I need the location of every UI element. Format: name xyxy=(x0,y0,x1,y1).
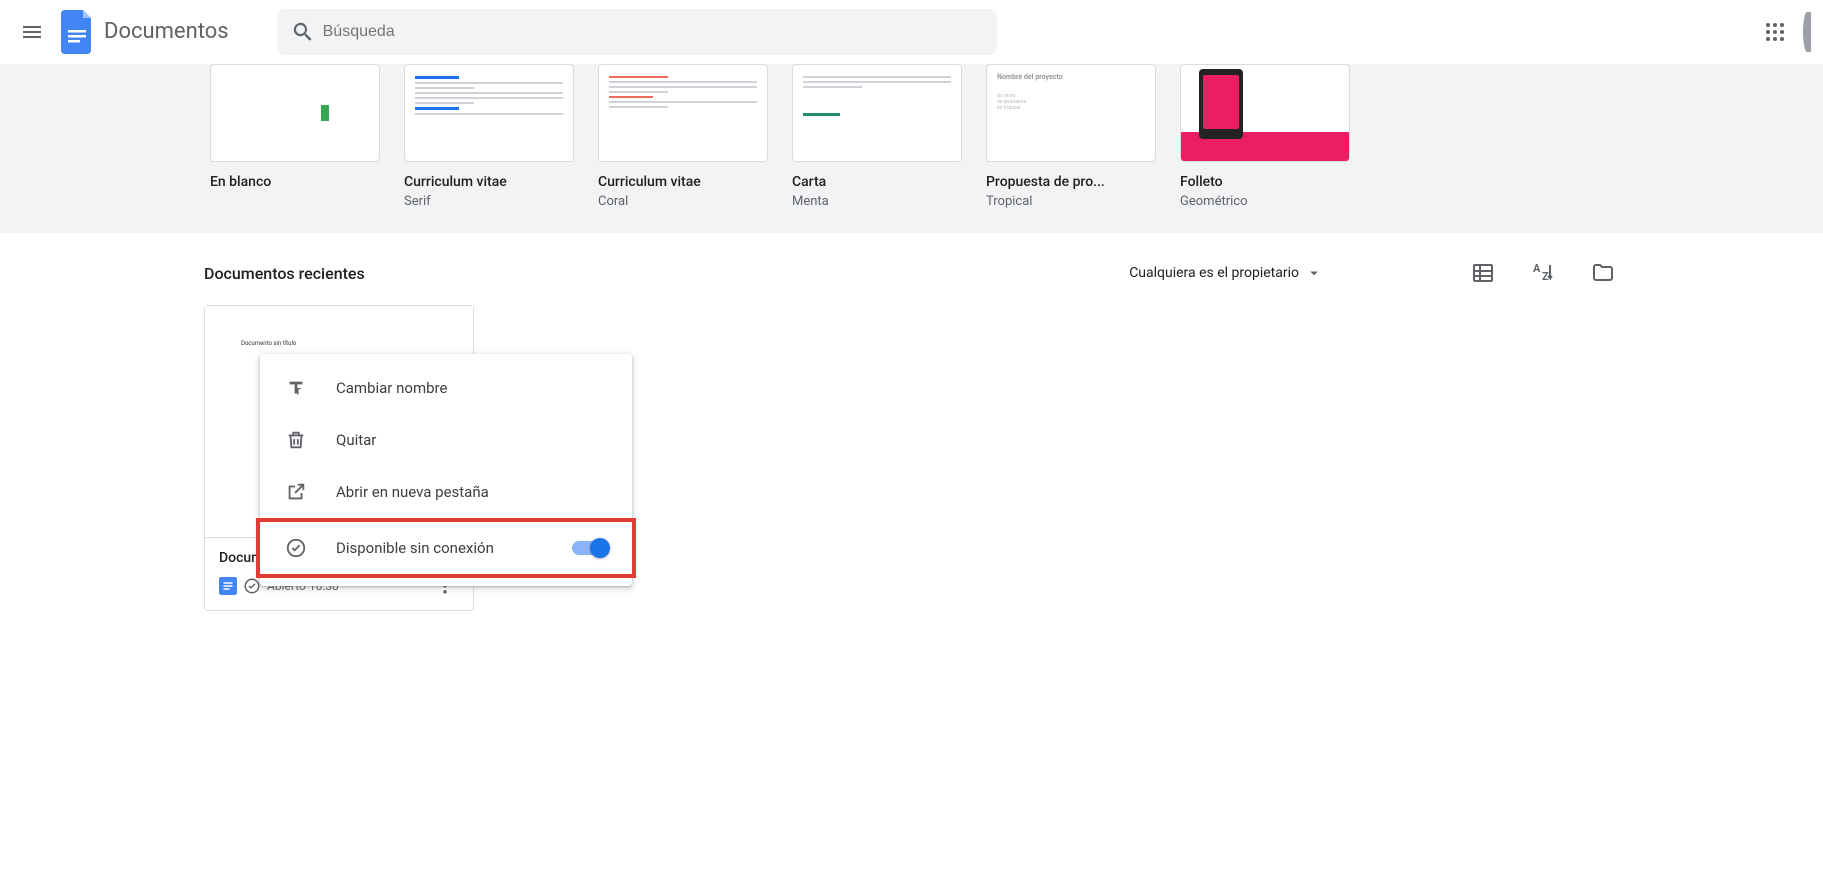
template-cv-coral[interactable]: Curriculum vitae Coral xyxy=(598,64,768,209)
template-blank[interactable]: En blanco xyxy=(210,64,380,209)
list-view-button[interactable] xyxy=(1463,253,1503,293)
template-thumb xyxy=(404,64,574,162)
template-gallery: En blanco Curriculum vitae Serif Curricu… xyxy=(0,64,1823,233)
template-title: Propuesta de pro... xyxy=(986,174,1156,190)
offline-available-icon xyxy=(243,577,261,595)
ctx-remove[interactable]: Quitar xyxy=(260,414,632,466)
google-apps-button[interactable] xyxy=(1755,12,1795,52)
apps-grid-icon xyxy=(1763,20,1787,44)
template-subtitle: Serif xyxy=(404,194,574,209)
app-title: Documentos xyxy=(104,19,229,44)
template-thumb xyxy=(598,64,768,162)
header-right xyxy=(1755,12,1815,52)
thumb-heading: Nombre del proyecto xyxy=(997,73,1145,81)
template-subtitle: Tropical xyxy=(986,194,1156,209)
header: Documentos xyxy=(0,0,1823,64)
document-context-menu: T Cambiar nombre Quitar Abrir en nueva p… xyxy=(260,354,632,586)
template-title: En blanco xyxy=(210,174,380,190)
template-thumb xyxy=(210,64,380,162)
template-title: Carta xyxy=(792,174,962,190)
template-title: Curriculum vitae xyxy=(598,174,768,190)
ctx-open-new-tab[interactable]: Abrir en nueva pestaña xyxy=(260,466,632,518)
sort-button[interactable]: AZ xyxy=(1523,253,1563,293)
section-bar: Documentos recientes Cualquiera es el pr… xyxy=(204,233,1623,305)
section-title: Documentos recientes xyxy=(204,264,365,283)
template-propuesta[interactable]: Nombre del proyecto Un textode propuesta… xyxy=(986,64,1156,209)
template-thumb xyxy=(1180,64,1350,162)
open-in-new-icon xyxy=(284,480,308,504)
ctx-open-new-tab-label: Abrir en nueva pestaña xyxy=(336,483,489,501)
template-title: Folleto xyxy=(1180,174,1350,190)
search-box[interactable] xyxy=(277,9,997,55)
search-input[interactable] xyxy=(323,23,991,41)
menu-icon xyxy=(20,20,44,44)
ctx-rename-label: Cambiar nombre xyxy=(336,379,447,397)
offline-toggle-switch[interactable] xyxy=(572,541,608,555)
template-subtitle: Geométrico xyxy=(1180,194,1350,209)
owner-filter-dropdown[interactable]: Cualquiera es el propietario xyxy=(1119,258,1333,288)
svg-text:A: A xyxy=(1533,262,1541,275)
recent-documents-grid: Documento sin título Documento sin títul… xyxy=(0,305,1823,611)
ctx-offline-label: Disponible sin conexión xyxy=(336,539,494,557)
account-avatar[interactable] xyxy=(1803,12,1811,52)
ctx-remove-label: Quitar xyxy=(336,431,376,449)
owner-filter-label: Cualquiera es el propietario xyxy=(1129,265,1299,281)
folder-icon xyxy=(1591,261,1615,285)
document-card[interactable]: Documento sin título Documento sin títul… xyxy=(204,305,474,611)
template-carta-menta[interactable]: Carta Menta xyxy=(792,64,962,209)
template-folleto[interactable]: Folleto Geométrico xyxy=(1180,64,1350,209)
ctx-rename[interactable]: T Cambiar nombre xyxy=(260,362,632,414)
sort-az-icon: AZ xyxy=(1531,261,1555,285)
main-menu-button[interactable] xyxy=(8,8,56,56)
dropdown-icon xyxy=(1305,264,1323,282)
template-thumb xyxy=(792,64,962,162)
docs-file-icon xyxy=(219,577,237,595)
ctx-offline-toggle[interactable]: Disponible sin conexión xyxy=(260,522,632,574)
template-subtitle: Menta xyxy=(792,194,962,209)
search-icon xyxy=(283,12,323,52)
view-actions: AZ xyxy=(1463,253,1623,293)
thumb-title-text: Documento sin título xyxy=(241,340,296,347)
template-thumb: Nombre del proyecto Un textode propuesta… xyxy=(986,64,1156,162)
list-view-icon xyxy=(1471,261,1495,285)
svg-text:T: T xyxy=(295,387,301,397)
template-subtitle: Coral xyxy=(598,194,768,209)
docs-logo-icon xyxy=(60,8,96,56)
open-file-picker-button[interactable] xyxy=(1583,253,1623,293)
template-cv-serif[interactable]: Curriculum vitae Serif xyxy=(404,64,574,209)
rename-icon: T xyxy=(284,376,308,400)
logo-area[interactable]: Documentos xyxy=(56,8,237,56)
trash-icon xyxy=(284,428,308,452)
offline-icon xyxy=(284,536,308,560)
template-title: Curriculum vitae xyxy=(404,174,574,190)
